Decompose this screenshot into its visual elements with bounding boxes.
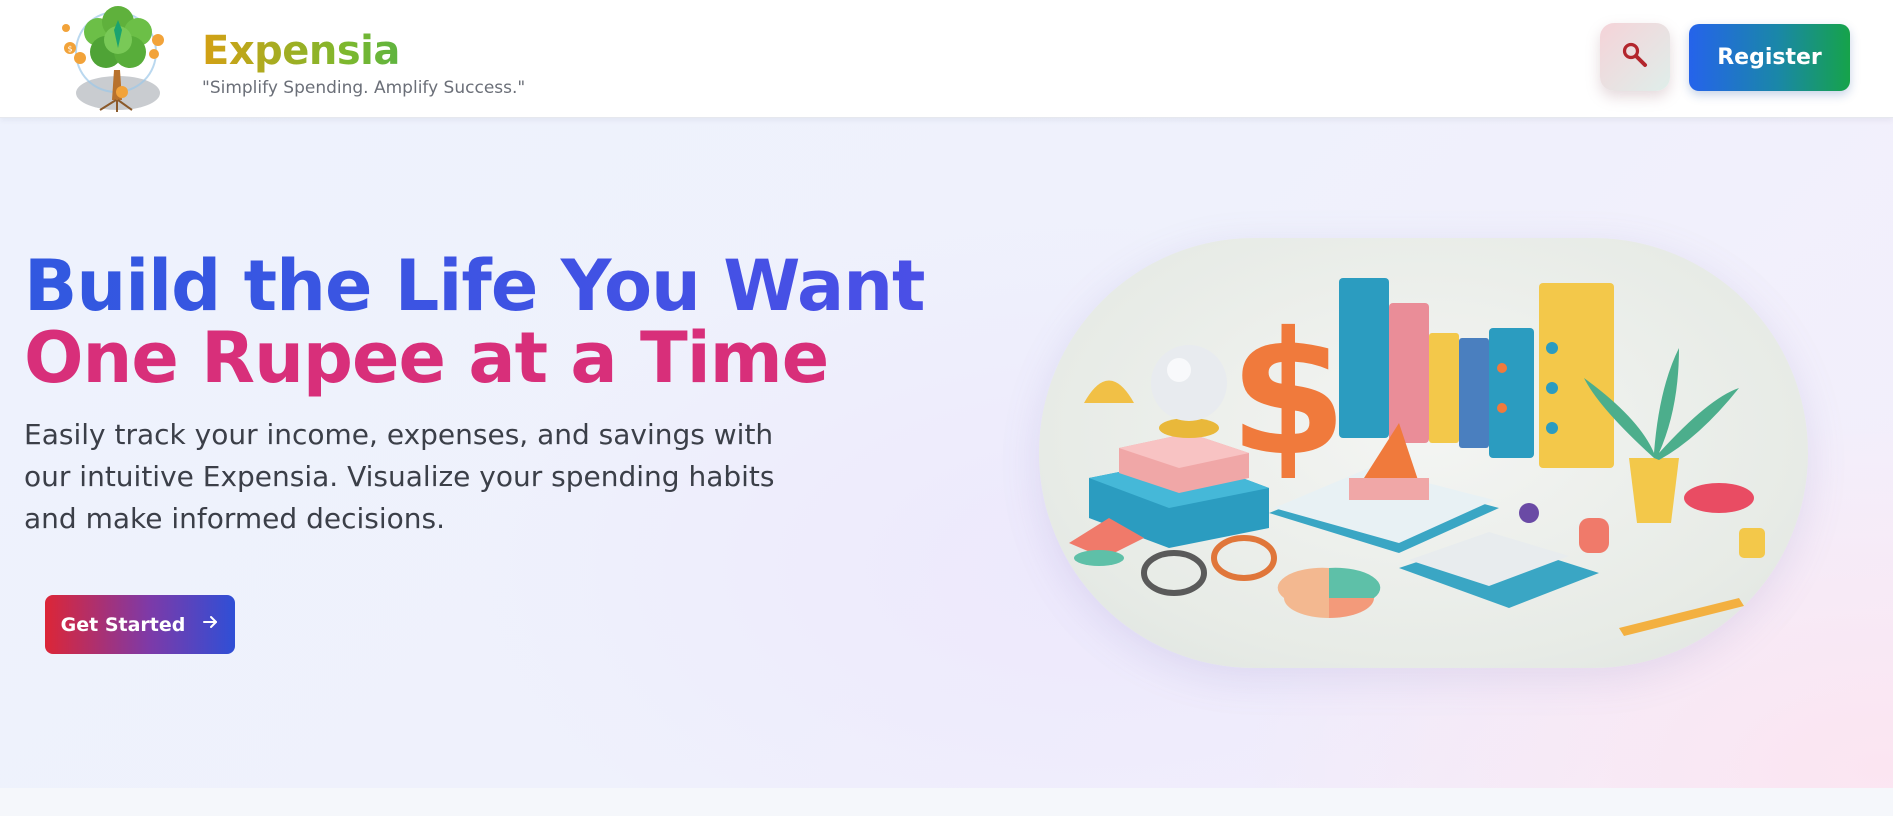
hero-title: Build the Life You Want One Rupee at a T…	[24, 245, 926, 399]
site-header: $ Expensia "Simplify Spending. Amplify S…	[0, 0, 1893, 118]
next-section-edge	[0, 788, 1893, 816]
brand: Expensia "Simplify Spending. Amplify Suc…	[202, 27, 525, 99]
money-tree-icon[interactable]: $	[50, 0, 180, 118]
brand-name[interactable]: Expensia	[202, 27, 525, 75]
get-started-button[interactable]: Get Started	[45, 595, 235, 654]
get-started-label: Get Started	[60, 613, 186, 636]
hero-description: Easily track your income, expenses, and …	[24, 418, 775, 535]
hero-section: Build the Life You Want One Rupee at a T…	[0, 118, 1893, 788]
search-button[interactable]	[1600, 23, 1670, 91]
svg-text:$: $	[68, 45, 73, 54]
search-icon	[1620, 40, 1650, 74]
brand-tagline: "Simplify Spending. Amplify Success."	[202, 78, 526, 98]
register-button[interactable]: Register	[1689, 24, 1850, 91]
svg-text:$: $	[1229, 296, 1347, 494]
arrow-right-icon	[201, 613, 219, 636]
hero-title-line2: One Rupee at a Time	[24, 317, 829, 399]
finance-books-dollar-illustration: $	[1039, 238, 1808, 668]
hero-title-line1: Build the Life You Want	[24, 245, 926, 327]
